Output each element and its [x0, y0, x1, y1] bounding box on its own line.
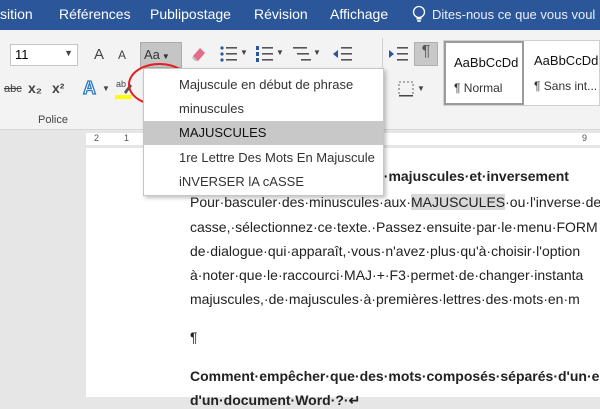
ruler-number: 2 — [94, 133, 100, 143]
chevron-down-icon[interactable]: ▼ — [240, 48, 248, 57]
decrease-indent-icon[interactable] — [332, 44, 354, 64]
bullet-list-icon[interactable] — [219, 44, 241, 64]
menu-item-lowercase[interactable]: minuscules — [144, 97, 383, 121]
chevron-down-icon[interactable]: ▼ — [102, 84, 110, 93]
style-name: ¶ Normal — [454, 81, 503, 95]
style-sample: AaBbCcDd — [454, 55, 519, 70]
tab-references[interactable]: Références — [59, 6, 131, 22]
chevron-down-icon[interactable]: ▼ — [276, 48, 284, 57]
menu-item-uppercase[interactable]: MAJUSCULES — [144, 121, 383, 145]
paragraph-line: à·noter·que·le·raccourci·MAJ·+·F3·permet… — [190, 267, 584, 283]
style-no-spacing[interactable]: AaBbCcDd ¶ Sans int... — [526, 41, 600, 105]
strikethrough-button[interactable]: abc — [4, 83, 22, 95]
chevron-down-icon[interactable]: ▼ — [64, 48, 73, 58]
highlighted-word: MAJUSCULES — [410, 194, 506, 210]
change-case-menu: Majuscule en début de phrase minuscules … — [143, 68, 384, 196]
paragraph-mark: ¶ — [190, 329, 198, 345]
shrink-font-button[interactable]: A — [118, 48, 126, 62]
question-line: d'un·document·Word·?·↵ — [190, 392, 361, 408]
menu-item-toggle-case[interactable]: iNVERSER lA cASSE — [144, 170, 383, 194]
chevron-down-icon[interactable]: ▼ — [313, 48, 321, 57]
paragraph-line: Pour·basculer·des·minuscules·aux·MAJUSCU… — [190, 194, 600, 210]
multilevel-list-icon[interactable] — [292, 44, 314, 64]
lightbulb-icon — [412, 5, 426, 22]
ruler-number: 1 — [124, 133, 130, 143]
ruler-number: 9 — [582, 133, 588, 143]
text-effects-icon[interactable]: A — [82, 78, 100, 98]
tab-publipostage[interactable]: Publipostage — [150, 6, 231, 22]
tab-revision[interactable]: Révision — [254, 6, 308, 22]
menu-item-sentence-case[interactable]: Majuscule en début de phrase — [144, 73, 383, 97]
chevron-down-icon[interactable]: ▼ — [417, 84, 425, 93]
text-run: Pour·basculer·des·minuscules·aux· — [190, 194, 411, 210]
increase-indent-icon[interactable] — [388, 44, 410, 64]
style-name: ¶ Sans int... — [534, 79, 598, 93]
heading-fragment: s·en·majuscules·et·inversement — [355, 168, 569, 184]
subscript-button[interactable]: x₂ — [28, 80, 42, 96]
menu-item-capitalize-words[interactable]: 1re Lettre Des Mots En Majuscule — [144, 146, 383, 170]
font-size-select[interactable]: 11 ▼ — [10, 44, 78, 66]
paragraph-line: de·dialogue·qui·apparaît,·vous·n'avez·pl… — [190, 243, 581, 259]
styles-gallery: AaBbCcDd ¶ Normal AaBbCcDd ¶ Sans int... — [443, 40, 600, 106]
case-button-label: Aa — [144, 47, 160, 62]
chevron-down-icon: ▼ — [161, 52, 170, 61]
ribbon-tab-bar: sition Références Publipostage Révision … — [0, 0, 600, 30]
tell-me-input[interactable]: Dites-nous ce que vous voul — [432, 7, 595, 22]
paragraph-line: casse,·sélectionnez·ce·texte.·Passez·ens… — [190, 219, 598, 235]
borders-icon[interactable] — [397, 80, 415, 98]
text-run: ·ou·l'inverse·de — [505, 194, 600, 210]
superscript-button[interactable]: x² — [52, 80, 64, 96]
paragraph-line: majuscules,·de·majuscules·à·premières·le… — [190, 291, 580, 307]
tab-affichage[interactable]: Affichage — [330, 6, 388, 22]
svg-text:ab: ab — [116, 79, 126, 89]
grow-font-button[interactable]: A — [94, 46, 104, 63]
style-normal[interactable]: AaBbCcDd ¶ Normal — [444, 41, 524, 105]
svg-text:A: A — [83, 78, 96, 98]
show-formatting-icon[interactable]: ¶ — [414, 42, 438, 66]
tab-mise-en-page[interactable]: sition — [0, 6, 33, 22]
style-sample: AaBbCcDd — [534, 53, 599, 68]
font-size-value: 11 — [15, 47, 29, 62]
question-line: Comment·empêcher·que·des·mots·composés·s… — [190, 368, 600, 384]
eraser-icon[interactable] — [190, 44, 208, 64]
numbered-list-icon[interactable] — [255, 44, 277, 64]
font-group-label: Police — [38, 114, 68, 126]
